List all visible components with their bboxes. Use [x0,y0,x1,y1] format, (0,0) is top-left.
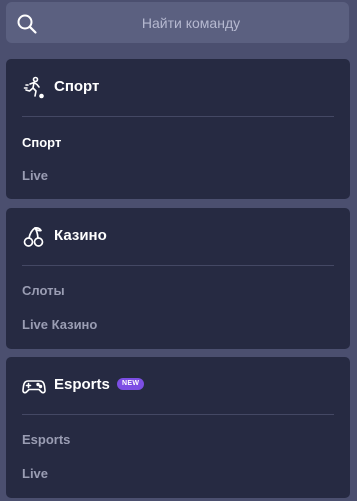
section-title: Спорт [54,78,100,95]
section-esports: Esports NEW Esports Live [6,357,350,498]
cherry-icon [22,225,46,249]
section-esports-header[interactable]: Esports NEW [6,357,350,413]
section-sport-header[interactable]: Спорт [6,59,350,115]
soccer-player-icon [22,76,46,100]
section-title: Esports [54,376,110,393]
section-casino: Казино Слоты Live Казино [6,208,350,349]
section-casino-header[interactable]: Казино [6,208,350,264]
new-badge: NEW [117,378,145,390]
gamepad-icon [22,374,46,398]
menu-item-esports[interactable]: Esports [22,432,70,447]
menu-item-esports-live[interactable]: Live [22,466,48,481]
menu-item-sport[interactable]: Спорт [22,135,61,150]
section-sport: Спорт Спорт Live [6,59,350,199]
search-input[interactable] [46,2,336,43]
menu-item-sport-live[interactable]: Live [22,168,48,183]
divider [22,414,334,415]
menu-item-live-casino[interactable]: Live Казино [22,317,97,332]
menu-item-slots[interactable]: Слоты [22,283,65,298]
search-icon[interactable] [16,13,38,35]
divider [22,116,334,117]
divider [22,265,334,266]
search-bar[interactable] [6,2,349,43]
section-title: Казино [54,227,107,244]
